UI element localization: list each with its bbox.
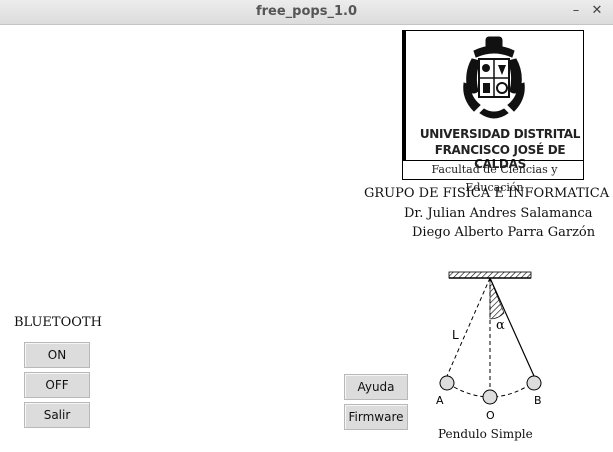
minimize-button[interactable]: –: [568, 3, 584, 19]
bluetooth-label: BLUETOOTH: [14, 315, 102, 330]
string-left: [446, 277, 491, 377]
length-label: L: [452, 328, 459, 342]
window-title: free_pops_1.0: [255, 4, 357, 19]
help-button[interactable]: Ayuda: [344, 374, 408, 400]
close-button[interactable]: ✕: [589, 3, 605, 19]
logo-faculty: Facultad de Ciencias y Educación: [406, 160, 583, 194]
bluetooth-off-button[interactable]: OFF: [24, 372, 90, 398]
point-o-label: O: [486, 409, 495, 422]
group-name: GRUPO DE FISICA E INFORMATICA: [364, 186, 610, 201]
point-b-label: B: [534, 394, 542, 407]
bob-b: [526, 375, 542, 391]
author-2: Diego Alberto Parra Garzón: [412, 225, 596, 240]
pendulum-diagram: L α A O B: [436, 271, 542, 422]
bob-o: [482, 389, 498, 405]
pendulum-support: [448, 271, 532, 279]
firmware-button[interactable]: Firmware: [344, 404, 408, 430]
angle-label: α: [496, 318, 505, 333]
point-a-label: A: [436, 394, 444, 407]
logo-panel: UNIVERSIDAD DISTRITAL FRANCISCO JOSÉ DE …: [403, 31, 586, 171]
bob-a: [439, 375, 455, 391]
title-bar: free_pops_1.0 – ✕: [0, 0, 613, 25]
pendulum-caption: Pendulo Simple: [438, 427, 533, 441]
exit-button[interactable]: Salir: [24, 402, 90, 428]
university-logo: UNIVERSIDAD DISTRITAL FRANCISCO JOSÉ DE …: [402, 30, 586, 194]
crest-icon: [463, 36, 525, 119]
bluetooth-on-button[interactable]: ON: [24, 342, 90, 368]
angle-wedge: [489, 277, 505, 320]
main-window: UNIVERSIDAD DISTRITAL FRANCISCO JOSÉ DE …: [2, 25, 611, 450]
author-1: Dr. Julian Andres Salamanca: [404, 206, 593, 221]
logo-line1: UNIVERSIDAD DISTRITAL: [419, 127, 581, 141]
